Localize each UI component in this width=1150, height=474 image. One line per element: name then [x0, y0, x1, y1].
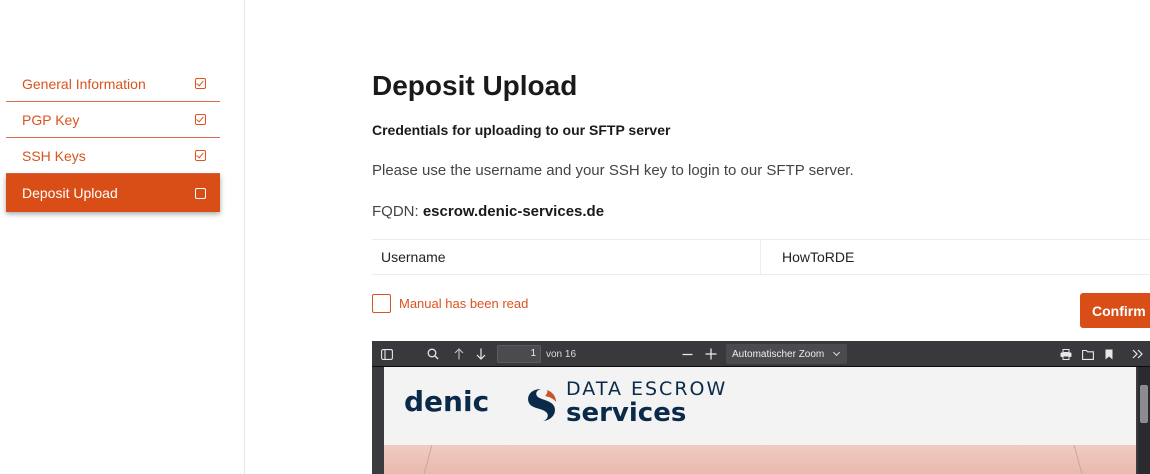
sidebar-item-deposit-upload[interactable]: Deposit Upload [6, 174, 220, 212]
brand-logo-text: denic [404, 385, 490, 418]
empty-box-icon [195, 187, 206, 199]
page-number-input[interactable]: 1 [497, 345, 541, 363]
sidebar-item-general-information[interactable]: General Information [6, 66, 220, 102]
pdf-toolbar: 1 von 16 Automatischer Zoom [372, 341, 1150, 367]
section-subtitle: Credentials for uploading to our SFTP se… [372, 122, 671, 138]
page-total: von 16 [546, 348, 577, 360]
sidebar-item-label: SSH Keys [22, 147, 86, 164]
arrow-down-icon[interactable] [472, 341, 490, 367]
fqdn-value: escrow.denic-services.de [422, 203, 605, 220]
pdf-page: denic DATA ESCROW services [384, 367, 1136, 474]
brand-tagline-top: DATA ESCROW [566, 378, 728, 400]
sidebar-item-ssh-keys[interactable]: SSH Keys [6, 138, 220, 174]
bookmark-icon[interactable] [1102, 341, 1116, 367]
brand-tagline-bottom: services [566, 398, 687, 428]
minus-icon[interactable] [678, 341, 696, 367]
credentials-table: Username HowToRDE [372, 239, 1150, 275]
checked-box-icon [195, 114, 206, 125]
document-cover-photo [384, 444, 1136, 474]
print-icon[interactable] [1058, 341, 1074, 367]
chevron-down-icon [833, 348, 841, 357]
checked-box-icon [195, 78, 206, 89]
document-header: denic DATA ESCROW services [384, 367, 1136, 445]
sidebar-toggle-icon[interactable] [376, 341, 398, 367]
folder-icon[interactable] [1080, 341, 1096, 367]
instructions-text: Please use the username and your SSH key… [372, 162, 854, 179]
checked-box-icon [195, 150, 206, 161]
pdf-viewer: 1 von 16 Automatischer Zoom denic DATA E… [372, 341, 1150, 474]
zoom-select[interactable]: Automatischer Zoom [726, 344, 848, 364]
sidebar-item-label: PGP Key [22, 111, 80, 128]
manual-read-checkbox[interactable]: Manual has been read [372, 294, 528, 313]
zoom-value: Automatischer Zoom [732, 348, 825, 360]
username-label: Username [372, 240, 761, 274]
denic-logo-icon [528, 389, 556, 421]
double-chevron-right-icon[interactable] [1128, 341, 1146, 367]
plus-icon[interactable] [702, 341, 720, 367]
scrollbar-thumb[interactable] [1140, 385, 1148, 423]
sidebar-item-label: General Information [22, 75, 146, 92]
sidebar-item-label: Deposit Upload [22, 185, 118, 201]
search-icon[interactable] [424, 341, 442, 367]
confirm-button[interactable]: Confirm [1080, 293, 1150, 328]
username-value: HowToRDE [782, 249, 855, 265]
arrow-up-icon[interactable] [450, 341, 468, 367]
fqdn-line: FQDN: escrow.denic-services.de [372, 203, 604, 220]
sidebar-item-pgp-key[interactable]: PGP Key [6, 102, 220, 138]
page-title: Deposit Upload [372, 70, 578, 101]
manual-read-label: Manual has been read [399, 296, 529, 311]
pdf-scrollbar[interactable] [1138, 367, 1150, 474]
sidebar: General Information PGP Key SSH Keys Dep… [6, 66, 220, 212]
fqdn-label: FQDN: [372, 203, 423, 220]
checkbox-icon[interactable] [372, 294, 391, 313]
sidebar-divider [244, 0, 245, 474]
